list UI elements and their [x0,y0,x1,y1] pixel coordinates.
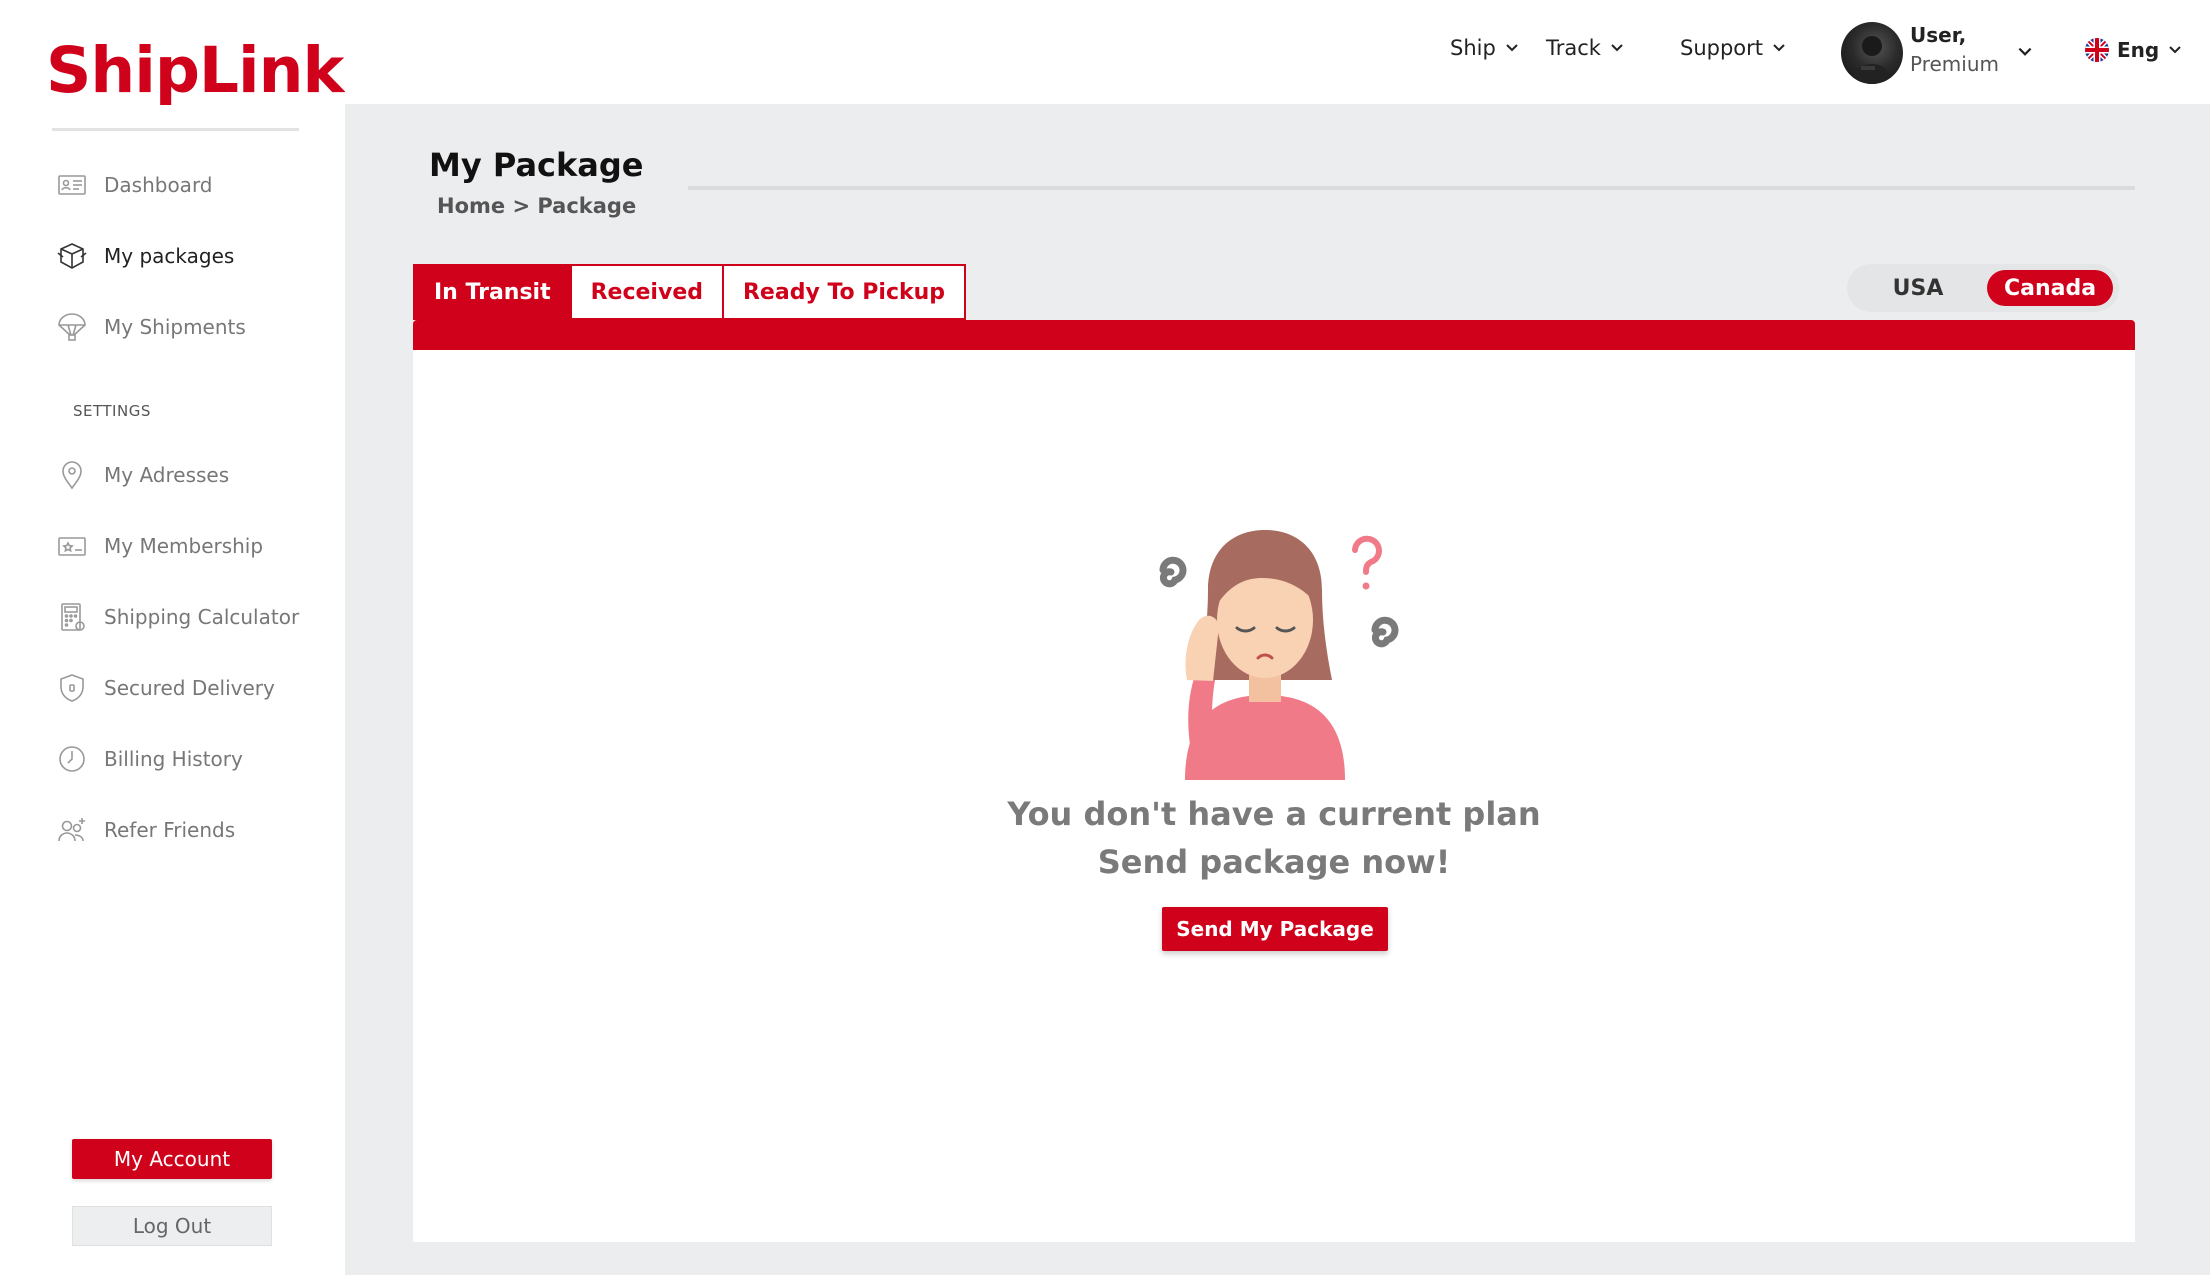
package-icon [54,238,90,274]
main-content: My Package Home > Package In Transit Rec… [345,104,2210,1275]
tab-ready-to-pickup[interactable]: Ready To Pickup [723,264,967,320]
sidebar-item-my-addresses[interactable]: My Adresses [54,455,229,495]
sidebar-item-my-shipments[interactable]: My Shipments [54,307,246,347]
uk-flag-icon [2085,38,2109,62]
empty-state-message: You don't have a current plan [1007,795,1541,833]
avatar[interactable] [1841,22,1903,84]
nav-support[interactable]: Support [1680,36,1787,60]
sidebar-item-label: My Shipments [104,315,246,339]
empty-state-subtext: Send package now! [1097,843,1451,881]
shield-icon [54,670,90,706]
page-title: My Package [429,146,644,184]
sidebar-item-label: Billing History [104,747,243,771]
tab-header-bar [413,320,2135,350]
logout-button[interactable]: Log Out [72,1206,272,1246]
logo-divider [52,128,299,131]
chevron-down-icon [1506,44,1518,52]
parachute-icon [54,309,90,345]
clock-icon [54,741,90,777]
language-label: Eng [2117,38,2160,62]
sidebar-item-refer-friends[interactable]: Refer Friends [54,810,235,850]
packages-panel: You don't have a current plan Send packa… [413,350,2135,1242]
confused-woman-illustration [1159,530,1399,780]
tab-in-transit[interactable]: In Transit [413,264,572,320]
nav-ship-label: Ship [1450,36,1496,60]
my-account-button[interactable]: My Account [72,1139,272,1179]
nav-ship[interactable]: Ship [1450,36,1520,60]
send-my-package-button[interactable]: Send My Package [1162,907,1388,951]
settings-heading: SETTINGS [73,402,151,420]
sidebar-item-my-membership[interactable]: My Membership [54,526,263,566]
nav-support-label: Support [1680,36,1764,60]
refer-friends-icon [54,812,90,848]
shiplink-logo[interactable]: ShipLink [46,34,344,107]
sidebar-item-label: My Membership [104,534,264,558]
nav-track-label: Track [1546,36,1601,60]
chevron-down-icon [1611,44,1623,52]
sidebar-item-secured-delivery[interactable]: Secured Delivery [54,668,275,708]
sidebar-item-dashboard[interactable]: Dashboard [54,165,213,205]
user-name: User, [1910,23,1967,47]
sidebar-item-label: My Adresses [104,463,230,487]
sidebar-item-label: Shipping Calculator [104,605,300,629]
title-divider [688,186,2135,190]
sidebar-item-label: Refer Friends [104,818,236,842]
region-canada[interactable]: Canada [1987,270,2113,306]
nav-track[interactable]: Track [1546,36,1625,60]
sidebar-item-label: Dashboard [104,173,213,197]
location-pin-icon [54,457,90,493]
region-usa[interactable]: USA [1853,270,1983,306]
user-plan: Premium [1910,52,1999,76]
region-toggle: USA Canada [1847,264,2119,312]
tab-received[interactable]: Received [571,264,724,320]
breadcrumb[interactable]: Home > Package [437,194,636,218]
sidebar-item-shipping-calculator[interactable]: Shipping Calculator [54,597,299,637]
sidebar: ShipLink Dashboard My packages My Shipme… [0,0,345,1275]
sidebar-item-billing-history[interactable]: Billing History [54,739,243,779]
calculator-icon [54,599,90,635]
chevron-down-icon [1773,44,1785,52]
package-tabs: In Transit Received Ready To Pickup [413,264,967,320]
chevron-down-icon [2169,46,2181,54]
sidebar-item-my-packages[interactable]: My packages [54,236,234,276]
sidebar-item-label: My packages [104,244,235,268]
dashboard-icon [54,167,90,203]
language-selector[interactable]: Eng [2085,38,2183,62]
sidebar-item-label: Secured Delivery [104,676,275,700]
chevron-down-icon[interactable] [2016,43,2034,61]
membership-card-icon [54,528,90,564]
